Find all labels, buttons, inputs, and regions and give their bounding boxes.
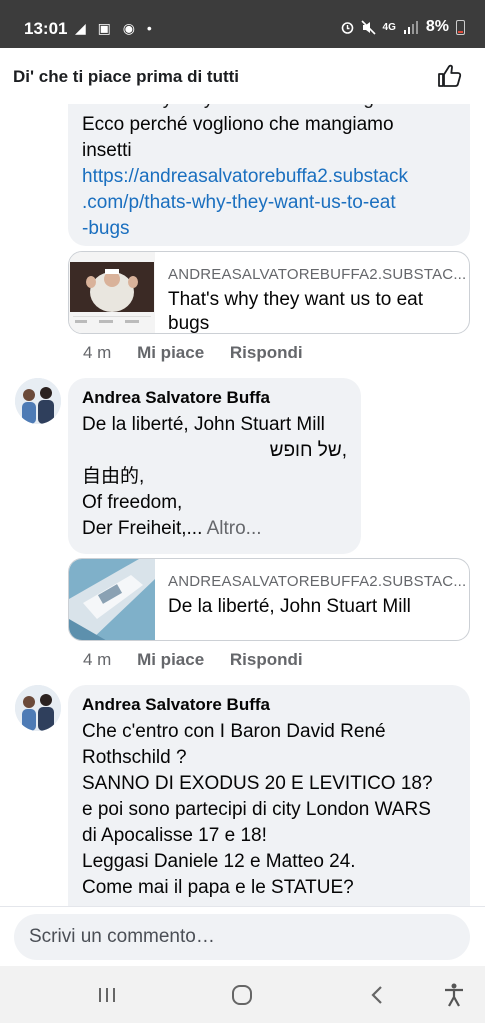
comments-feed[interactable]: That's why they want us to eat bugs Ecco… (0, 104, 485, 906)
status-right: 4G 8% (341, 18, 465, 36)
comment-text: Che c'entro con I Baron David René (82, 721, 386, 742)
comment-author[interactable]: Andrea Salvatore Buffa (82, 387, 347, 409)
avatar[interactable] (15, 378, 61, 424)
status-bar: 13:01 ◢ ▣ ◉ • 4G 8% (0, 0, 485, 48)
back-icon[interactable] (365, 982, 391, 1008)
recent-apps-icon[interactable] (94, 982, 120, 1008)
comment-text: Rothschild ? (82, 747, 187, 768)
alarm-icon (341, 21, 353, 34)
comment-actions: 4 m Mi piace Rispondi (83, 343, 324, 363)
be-first-to-like-text: Di' che ti piace prima di tutti (13, 67, 240, 86)
reply-action[interactable]: Rispondi (230, 650, 303, 669)
comment-composer: Scrivi un commento… (0, 906, 485, 966)
comment-bubble: Andrea Salvatore Buffa De la liberté, Jo… (68, 378, 361, 554)
comment-text: di Apocalisse 17 e 18! (82, 825, 267, 846)
link-title: That's why they want us to eat bugs (168, 289, 423, 334)
avatar[interactable] (15, 685, 61, 731)
comment-link[interactable]: https://andreasalvatorebuffa2.substack (82, 164, 456, 190)
comment-text: SANNO DI EXODUS 20 E LEVITICO 18? (82, 773, 433, 794)
mute-icon (360, 19, 376, 35)
reactions-header: Di' che ti piace prima di tutti (0, 48, 485, 104)
battery-icon (456, 19, 465, 35)
thumbs-up-icon[interactable] (435, 62, 463, 90)
comment-input[interactable]: Scrivi un commento… (14, 914, 470, 960)
comment-text-last: Der Freiheit,... Altro... (82, 518, 262, 539)
like-action[interactable]: Mi piace (137, 343, 204, 362)
link-title: De la liberté, John Stuart Mill (168, 596, 411, 617)
link-domain: ANDREASALVATOREBUFFA2.SUBSTAC... (168, 573, 467, 590)
comment-link[interactable]: -bugs (82, 216, 456, 242)
comment-bubble: Andrea Salvatore Buffa Che c'entro con I… (68, 685, 470, 906)
link-preview-card[interactable]: ANDREASALVATOREBUFFA2.SUBSTAC... De la l… (68, 558, 470, 641)
comment-text: של חופש, (269, 440, 347, 461)
link-domain: ANDREASALVATOREBUFFA2.SUBSTAC... (168, 266, 467, 283)
comment-text: e poi sono partecipi di city London WARS (82, 799, 431, 820)
comment-text: Come mai il papa e le STATUE? (82, 877, 354, 898)
link-preview-thumbnail (69, 252, 155, 333)
partial-hidden-text: That's why they want us to eat bugs (82, 104, 456, 112)
comment-link[interactable]: .com/p/thats-why-they-want-us-to-eat (82, 190, 456, 216)
signal-icon (403, 21, 418, 34)
link-preview-thumbnail (69, 559, 155, 640)
comment-text: Leggasi Daniele 12 e Matteo 24. (82, 851, 356, 872)
accessibility-icon[interactable] (441, 982, 467, 1008)
comment-text: 自由的, (82, 466, 145, 487)
link-preview-card[interactable]: ANDREASALVATOREBUFFA2.SUBSTAC... That's … (68, 251, 470, 334)
comment-text: Ecco perché vogliono che mangiamo (82, 114, 394, 135)
reply-action[interactable]: Rispondi (230, 343, 303, 362)
network-label: 4G (382, 21, 396, 33)
system-nav-bar (0, 966, 485, 1023)
comment-text: Of freedom, (82, 492, 183, 513)
status-time: 13:01 (24, 19, 68, 38)
battery-percent: 8% (425, 18, 449, 35)
like-action[interactable]: Mi piace (137, 650, 204, 669)
comment-actions: 4 m Mi piace Rispondi (83, 650, 324, 670)
notification-icons: ◢ ▣ ◉ • (75, 20, 156, 36)
comment-bubble: That's why they want us to eat bugs Ecco… (68, 104, 470, 246)
home-icon[interactable] (229, 982, 255, 1008)
comment-text: insetti (82, 140, 132, 161)
comment-text: De la liberté, John Stuart Mill (82, 414, 325, 435)
comment-time: 4 m (83, 343, 112, 362)
see-more-link[interactable]: Altro... (207, 518, 262, 539)
comment-time: 4 m (83, 650, 112, 669)
comment-author[interactable]: Andrea Salvatore Buffa (82, 694, 456, 716)
